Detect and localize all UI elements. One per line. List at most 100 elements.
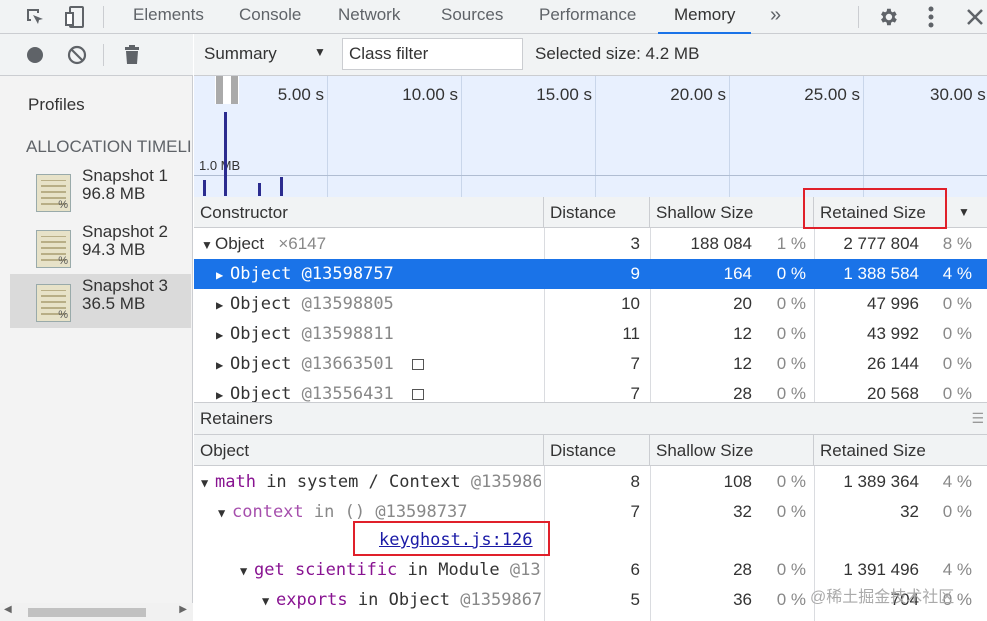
tab-performance[interactable]: Performance: [537, 0, 638, 34]
column-constructor[interactable]: Constructor: [194, 197, 544, 228]
timeline-range-handle[interactable]: [215, 76, 239, 104]
object-name: Object: [230, 354, 292, 374]
retained-pct-cell: 0 %: [942, 384, 972, 402]
distance-cell: 6: [630, 560, 640, 579]
close-devtools-icon[interactable]: [962, 4, 987, 30]
collapsed-triangle-icon[interactable]: ▶: [216, 350, 230, 379]
object-id: @13598737: [375, 502, 468, 522]
object-id: @13663501: [301, 354, 394, 374]
property-name: exports: [276, 590, 348, 610]
expanded-triangle-icon[interactable]: ▼: [262, 586, 276, 615]
retained-size-cell: 1 389 364: [843, 472, 919, 491]
tick-label: 10.00 s: [402, 85, 458, 104]
table-row[interactable]: ▶ Object @13663501 7 12 0 % 26 144 0 %: [194, 349, 987, 379]
tab-network[interactable]: Network: [336, 0, 402, 34]
scroll-right-icon[interactable]: ▶: [179, 604, 187, 615]
watermark: @稀土掘金技术社区: [810, 589, 955, 606]
sidebar-horizontal-scrollbar[interactable]: ◀ ▶: [0, 603, 193, 621]
table-row[interactable]: ▼math in system / Context @13598695 8 10…: [194, 467, 987, 497]
record-button[interactable]: [23, 43, 47, 67]
object-name: Object: [230, 324, 292, 344]
table-row-selected[interactable]: ▶ Object @13598757 9 164 0 % 1 388 584 4 …: [194, 259, 987, 289]
column-shallow-size[interactable]: Shallow Size: [650, 435, 814, 466]
snapshot-icon: [36, 230, 71, 268]
allocation-timeline[interactable]: 5.00 s 10.00 s 15.00 s 20.00 s 25.00 s 3…: [194, 76, 987, 197]
tick-line: [729, 76, 730, 197]
column-shallow-size[interactable]: Shallow Size: [650, 197, 814, 228]
snapshot-item-selected[interactable]: Snapshot 3 36.5 MB: [10, 274, 191, 328]
retainers-panel-header[interactable]: Retainers ☰: [194, 402, 987, 435]
distance-cell: 7: [630, 384, 640, 402]
collapsed-triangle-icon[interactable]: ▶: [216, 380, 230, 402]
expanded-triangle-icon[interactable]: ▼: [201, 230, 215, 259]
tick-line: [595, 76, 596, 197]
class-filter-input[interactable]: [342, 38, 523, 70]
collapsed-triangle-icon[interactable]: ▶: [216, 320, 230, 349]
table-row[interactable]: ▼ Object ×6147 3 188 084 1 % 2 777 804 8 …: [194, 229, 987, 259]
object-id: @13598811: [301, 324, 394, 344]
retained-size-cell: 32: [900, 502, 919, 521]
table-row[interactable]: ▶ Object @13598805 10 20 0 % 47 996 0 %: [194, 289, 987, 319]
constructor-name: Object: [215, 234, 265, 253]
table-row[interactable]: ▼get scientific in Module @13598 6 28 0 …: [194, 555, 987, 585]
snapshot-icon: [36, 284, 71, 322]
more-options-icon[interactable]: [918, 4, 944, 30]
tab-elements[interactable]: Elements: [131, 0, 206, 34]
retained-size-cell: 20 568: [867, 384, 919, 402]
scrollbar-thumb[interactable]: [28, 608, 146, 617]
chevron-down-icon[interactable]: ▼: [314, 45, 326, 59]
retained-pct-cell: 0 %: [942, 294, 972, 313]
expanded-triangle-icon[interactable]: ▼: [201, 468, 215, 497]
retained-pct-cell: 0 %: [942, 324, 972, 343]
shallow-size-cell: 28: [733, 560, 752, 579]
owner-name: Module: [438, 560, 500, 580]
snapshot-item[interactable]: Snapshot 1 96.8 MB: [10, 164, 191, 218]
shallow-size-cell: 20: [733, 294, 752, 313]
retained-size-cell: 47 996: [867, 294, 919, 313]
shallow-size-cell: 12: [733, 324, 752, 343]
distance-cell: 8: [630, 472, 640, 491]
expanded-triangle-icon[interactable]: ▼: [218, 498, 232, 527]
tick-label: 5.00 s: [277, 85, 324, 104]
column-distance[interactable]: Distance: [544, 197, 650, 228]
detached-window-icon: [412, 388, 425, 400]
collapsed-triangle-icon[interactable]: ▶: [216, 260, 230, 289]
table-row[interactable]: ▶ Object @13598811 11 12 0 % 43 992 0 %: [194, 319, 987, 349]
collapsed-triangle-icon[interactable]: ▶: [216, 290, 230, 319]
scroll-left-icon[interactable]: ◀: [4, 604, 12, 615]
profiles-heading: Profiles: [28, 95, 85, 114]
shallow-pct-cell: 0 %: [776, 324, 806, 343]
table-row[interactable]: ▶ Object @13556431 7 28 0 % 20 568 0 %: [194, 379, 987, 402]
resize-grip-icon[interactable]: ☰: [971, 410, 984, 427]
tab-sources[interactable]: Sources: [439, 0, 505, 34]
tab-console[interactable]: Console: [237, 0, 303, 34]
snapshot-item[interactable]: Snapshot 2 94.3 MB: [10, 220, 191, 274]
toolbar-divider: [103, 44, 104, 66]
allocation-bar: [203, 180, 206, 196]
settings-gear-icon[interactable]: [875, 4, 901, 30]
object-name: Object: [230, 384, 292, 402]
column-distance[interactable]: Distance: [544, 435, 650, 466]
more-tabs-button[interactable]: »: [768, 0, 783, 34]
shallow-size-cell: 108: [723, 472, 752, 491]
tick-label: 20.00 s: [670, 85, 726, 104]
column-object[interactable]: Object: [194, 435, 544, 466]
device-toolbar-icon[interactable]: [62, 4, 88, 30]
view-select[interactable]: Summary: [204, 44, 277, 64]
shallow-pct-cell: 0 %: [776, 354, 806, 373]
table-row[interactable]: ▼ context in () @13598737 7 32 0 % 32 0 %: [194, 497, 987, 527]
object-name: Object: [230, 294, 292, 314]
clear-profiles-icon[interactable]: [65, 43, 89, 67]
trash-icon[interactable]: [120, 43, 144, 67]
inspect-element-icon[interactable]: [22, 4, 48, 30]
shallow-pct-cell: 0 %: [776, 502, 806, 521]
column-retained-size[interactable]: Retained Size: [814, 435, 987, 466]
in-text: in: [397, 560, 439, 580]
tab-memory[interactable]: Memory: [657, 0, 752, 35]
shallow-pct-cell: 1 %: [776, 234, 806, 253]
object-id: @13598805: [301, 294, 394, 314]
shallow-size-cell: 36: [733, 590, 752, 609]
timeline-scale-label: 1.0 MB: [199, 158, 241, 173]
tick-label: 15.00 s: [536, 85, 592, 104]
expanded-triangle-icon[interactable]: ▼: [240, 556, 254, 585]
